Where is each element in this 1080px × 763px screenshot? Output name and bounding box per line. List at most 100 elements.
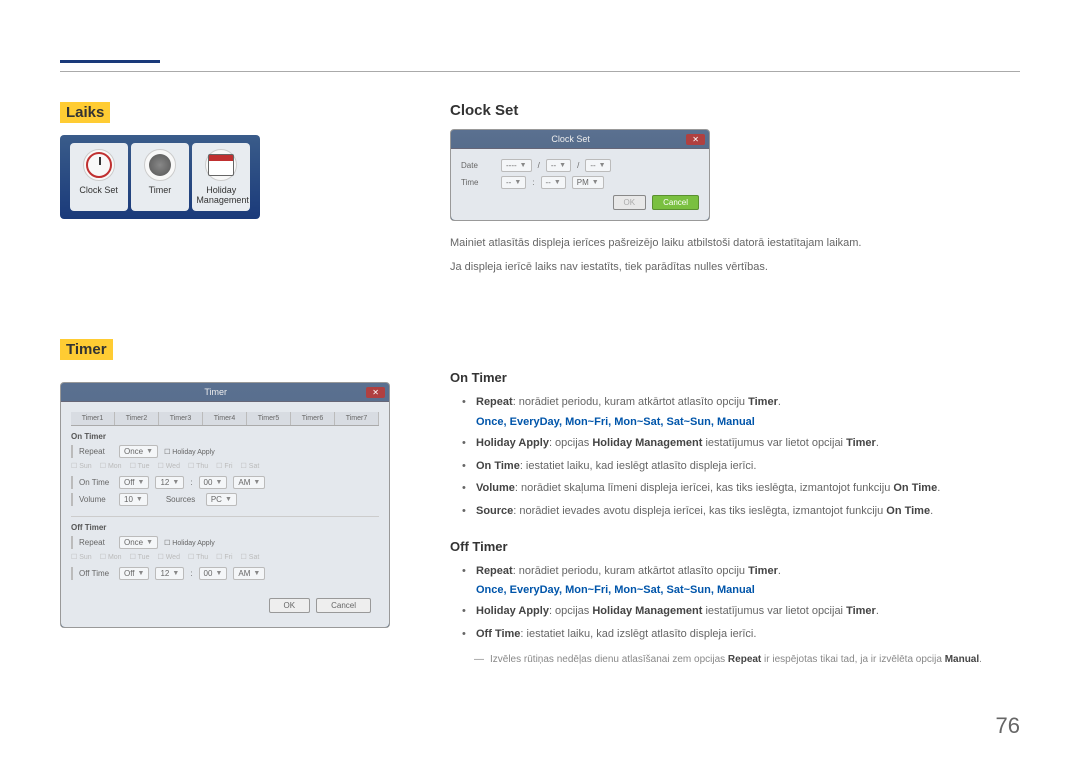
header-accent bbox=[60, 60, 160, 63]
hour-select-off[interactable]: 12▼ bbox=[155, 567, 184, 580]
days-row: Sun Mon Tue Wed Thu Fri Sat bbox=[71, 462, 379, 470]
day-thu[interactable]: Thu bbox=[188, 462, 208, 470]
off-timer-list2: Holiday Apply: opcijas Holiday Managemen… bbox=[450, 602, 1020, 643]
ok-button[interactable]: OK bbox=[269, 598, 311, 613]
repeat-select[interactable]: Once▼ bbox=[119, 445, 158, 458]
sep: / bbox=[577, 161, 579, 170]
timer-dialog: Timer ✕ Timer1 Timer2 Timer3 Timer4 Time… bbox=[60, 382, 390, 628]
options-line-off: Once, EveryDay, Mon~Fri, Mon~Sat, Sat~Su… bbox=[450, 584, 1020, 596]
cancel-button[interactable]: Cancel bbox=[316, 598, 371, 613]
on-timer-list2: Holiday Apply: opcijas Holiday Managemen… bbox=[450, 434, 1020, 521]
off-timer-list: Repeat: norādiet periodu, kuram atkārtot… bbox=[450, 562, 1020, 581]
day-fri[interactable]: Fri bbox=[216, 462, 232, 470]
day-wed[interactable]: Wed bbox=[157, 553, 180, 561]
holiday-apply-cb[interactable]: ☐ Holiday Apply bbox=[164, 448, 215, 456]
dialog-title-text: Clock Set bbox=[551, 134, 590, 144]
page-number: 76 bbox=[996, 713, 1020, 739]
label: Sources bbox=[166, 495, 200, 504]
time-m[interactable]: --▼ bbox=[541, 176, 566, 189]
time-ampm[interactable]: PM▼ bbox=[572, 176, 604, 189]
tab-timer5[interactable]: Timer5 bbox=[247, 412, 291, 425]
sep: : bbox=[190, 478, 192, 487]
day-sun[interactable]: Sun bbox=[71, 553, 92, 561]
cancel-button[interactable]: Cancel bbox=[652, 195, 699, 210]
source-select[interactable]: PC▼ bbox=[206, 493, 237, 506]
list-item: Holiday Apply: opcijas Holiday Managemen… bbox=[462, 434, 1020, 453]
tray-label: Holiday Management bbox=[196, 185, 249, 205]
calendar-icon bbox=[205, 149, 237, 181]
ampm-select[interactable]: AM▼ bbox=[233, 476, 265, 489]
clock-set-dialog: Clock Set ✕ Date ----▼ / --▼ / --▼ Time … bbox=[450, 129, 710, 221]
min-select-off[interactable]: 00▼ bbox=[199, 567, 228, 580]
on-timer-heading: On Timer bbox=[450, 370, 1020, 385]
off-timer-subtitle: Off Timer bbox=[71, 523, 379, 532]
clock-text-2: Ja displeja ierīcē laiks nav iestatīts, … bbox=[450, 259, 1020, 277]
on-timer-list: Repeat: norādiet periodu, kuram atkārtot… bbox=[450, 393, 1020, 412]
day-tue[interactable]: Tue bbox=[130, 553, 150, 561]
list-item: Off Time: iestatiet laiku, kad izslēgt a… bbox=[462, 625, 1020, 644]
day-wed[interactable]: Wed bbox=[157, 462, 180, 470]
label: Date bbox=[461, 161, 495, 170]
sep: : bbox=[532, 178, 534, 187]
timer-dialog-title: Timer ✕ bbox=[61, 383, 389, 402]
tray-item-timer[interactable]: Timer bbox=[131, 143, 189, 211]
label: Time bbox=[461, 178, 495, 187]
time-h[interactable]: --▼ bbox=[501, 176, 526, 189]
footnote: Izvēles rūtiņas nedēļas dienu atlasīšana… bbox=[450, 652, 1020, 668]
list-item: Holiday Apply: opcijas Holiday Managemen… bbox=[462, 602, 1020, 621]
close-icon[interactable]: ✕ bbox=[366, 387, 385, 398]
ampm-select-off[interactable]: AM▼ bbox=[233, 567, 265, 580]
day-mon[interactable]: Mon bbox=[100, 462, 122, 470]
min-select[interactable]: 00▼ bbox=[199, 476, 228, 489]
date-y[interactable]: ----▼ bbox=[501, 159, 532, 172]
timer-tabs: Timer1 Timer2 Timer3 Timer4 Timer5 Timer… bbox=[71, 412, 379, 426]
timer-icon bbox=[144, 149, 176, 181]
heading-laiks: Laiks bbox=[60, 102, 110, 123]
list-item: Repeat: norādiet periodu, kuram atkārtot… bbox=[462, 562, 1020, 581]
day-sat[interactable]: Sat bbox=[241, 553, 260, 561]
repeat-select-off[interactable]: Once▼ bbox=[119, 536, 158, 549]
day-sun[interactable]: Sun bbox=[71, 462, 92, 470]
day-fri[interactable]: Fri bbox=[216, 553, 232, 561]
right-column: Clock Set Clock Set ✕ Date ----▼ / --▼ /… bbox=[450, 102, 1020, 668]
tray-item-holiday[interactable]: Holiday Management bbox=[192, 143, 250, 211]
clock-icon bbox=[83, 149, 115, 181]
ok-button[interactable]: OK bbox=[613, 195, 647, 210]
tab-timer3[interactable]: Timer3 bbox=[159, 412, 203, 425]
day-sat[interactable]: Sat bbox=[241, 462, 260, 470]
tab-timer1[interactable]: Timer1 bbox=[71, 412, 115, 425]
list-item: Source: norādiet ievades avotu displeja … bbox=[462, 502, 1020, 521]
tab-timer7[interactable]: Timer7 bbox=[335, 412, 379, 425]
on-timer-subtitle: On Timer bbox=[71, 432, 379, 441]
heading-timer: Timer bbox=[60, 339, 113, 360]
day-mon[interactable]: Mon bbox=[100, 553, 122, 561]
options-line: Once, EveryDay, Mon~Fri, Mon~Sat, Sat~Su… bbox=[450, 416, 1020, 428]
tab-timer2[interactable]: Timer2 bbox=[115, 412, 159, 425]
left-column: Laiks Clock Set Timer Holiday Management… bbox=[60, 102, 390, 668]
off-timer-heading: Off Timer bbox=[450, 539, 1020, 554]
sep: : bbox=[190, 569, 192, 578]
hour-select[interactable]: 12▼ bbox=[155, 476, 184, 489]
day-tue[interactable]: Tue bbox=[130, 462, 150, 470]
tab-timer6[interactable]: Timer6 bbox=[291, 412, 335, 425]
tab-timer4[interactable]: Timer4 bbox=[203, 412, 247, 425]
date-d[interactable]: --▼ bbox=[585, 159, 610, 172]
clock-set-dialog-title: Clock Set ✕ bbox=[451, 130, 709, 149]
volume-select[interactable]: 10▼ bbox=[119, 493, 148, 506]
holiday-apply-cb-off[interactable]: ☐ Holiday Apply bbox=[164, 539, 215, 547]
label: Volume bbox=[79, 495, 113, 504]
tray-label: Timer bbox=[149, 185, 172, 195]
date-m[interactable]: --▼ bbox=[546, 159, 571, 172]
close-icon[interactable]: ✕ bbox=[686, 134, 705, 145]
off-time-toggle[interactable]: Off▼ bbox=[119, 567, 149, 580]
list-item: On Time: iestatiet laiku, kad ieslēgt at… bbox=[462, 457, 1020, 476]
dialog-title-text: Timer bbox=[204, 387, 227, 397]
day-thu[interactable]: Thu bbox=[188, 553, 208, 561]
on-time-toggle[interactable]: Off▼ bbox=[119, 476, 149, 489]
days-row-off: Sun Mon Tue Wed Thu Fri Sat bbox=[71, 553, 379, 561]
clock-text-1: Mainiet atlasītās displeja ierīces pašre… bbox=[450, 235, 1020, 253]
tray-item-clock-set[interactable]: Clock Set bbox=[70, 143, 128, 211]
label: Repeat bbox=[79, 538, 113, 547]
label: On Time bbox=[79, 478, 113, 487]
clock-set-heading: Clock Set bbox=[450, 102, 1020, 119]
